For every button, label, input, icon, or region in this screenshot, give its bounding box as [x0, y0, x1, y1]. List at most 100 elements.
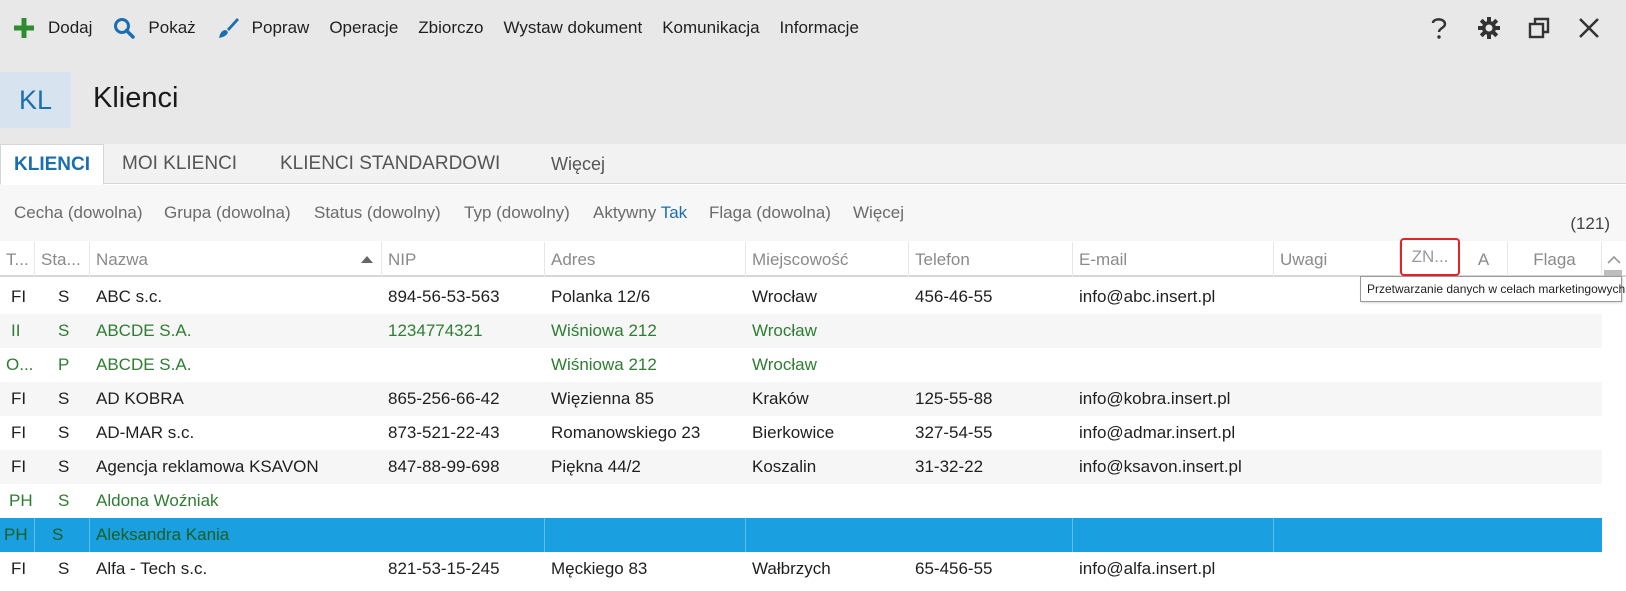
filter-type[interactable]: Typ (dowolny) [464, 203, 570, 223]
filter-active[interactable]: Aktywny Tak [593, 203, 687, 223]
show-button[interactable]: Pokaż [102, 0, 205, 56]
tab-more[interactable]: Więcej [551, 144, 605, 184]
filter-flag[interactable]: Flaga (dowolna) [709, 203, 831, 223]
cell-type: FI [11, 389, 27, 408]
cell-phone [909, 314, 915, 348]
cell-address: Więzienna 85 [551, 389, 655, 408]
cell-type: FI [11, 423, 27, 442]
col-header-nip[interactable]: NIP [382, 242, 545, 277]
cell-name: Aleksandra Kania [90, 518, 545, 552]
table-row[interactable]: O... P ABCDE S.A. Wiśniowa 212 Wrocław [0, 348, 1602, 382]
cell-name: Alfa - Tech s.c. [96, 559, 208, 578]
cell-status: S [58, 287, 70, 306]
col-header-type[interactable]: T... [0, 242, 35, 277]
cell-name: ABCDE S.A. [96, 321, 192, 340]
cell-status: S [35, 518, 90, 552]
cell-status: S [58, 559, 70, 578]
cell-phone: 125-55-88 [915, 389, 993, 408]
restore-button[interactable] [1514, 0, 1564, 56]
col-header-status[interactable]: Sta... [35, 242, 90, 277]
filter-feature[interactable]: Cecha (dowolna) [14, 203, 143, 223]
cell-nip: 1234774321 [388, 321, 483, 340]
col-header-city[interactable]: Miejscowość [746, 242, 909, 277]
chevron-up-icon [1607, 255, 1621, 264]
filter-status[interactable]: Status (dowolny) [314, 203, 441, 223]
cell-type: PH [9, 491, 33, 510]
cell-type: FI [11, 457, 27, 476]
cell-phone [909, 348, 915, 382]
cell-address: Romanowskiego 23 [551, 423, 701, 442]
show-button-label: Pokaż [148, 18, 196, 37]
help-button[interactable] [1414, 0, 1464, 56]
settings-button[interactable] [1464, 0, 1514, 56]
tab-klienci-standardowi[interactable]: KLIENCI STANDARDOWI [280, 144, 500, 184]
window-controls [1414, 0, 1614, 56]
table-row[interactable]: FI S AD KOBRA 865-256-66-42 Więzienna 85… [0, 382, 1602, 416]
table-row[interactable]: II S ABCDE S.A. 1234774321 Wiśniowa 212 … [0, 314, 1602, 348]
cell-email: info@abc.insert.pl [1079, 287, 1216, 306]
cell-nip: 847-88-99-698 [388, 457, 500, 476]
filter-group[interactable]: Grupa (dowolna) [164, 203, 291, 223]
issue-document-menu[interactable]: Wystaw dokument [493, 0, 652, 56]
tab-bar: KLIENCI MOI KLIENCI KLIENCI STANDARDOWI … [0, 144, 1626, 185]
cell-city: Wałbrzych [752, 559, 831, 578]
cell-address: Męckiego 83 [551, 559, 648, 578]
col-header-notes[interactable]: Uwagi [1274, 242, 1400, 277]
cell-email [1073, 518, 1274, 552]
col-header-marketing-consent[interactable]: ZN... [1400, 238, 1460, 276]
cell-city: Kraków [752, 389, 809, 408]
edit-button[interactable]: Popraw [206, 0, 320, 56]
cell-nip: 894-56-53-563 [388, 287, 500, 306]
table-row[interactable]: FI S Alfa - Tech s.c. 821-53-15-245 Męck… [0, 552, 1602, 586]
filter-more[interactable]: Więcej [853, 203, 904, 223]
add-button-label: Dodaj [48, 18, 93, 37]
cell-name: Agencja reklamowa KSAVON [96, 457, 319, 476]
cell-city: Wrocław [752, 321, 817, 340]
col-header-phone[interactable]: Telefon [909, 242, 1073, 277]
information-menu[interactable]: Informacje [770, 0, 869, 56]
module-badge: KL [0, 72, 71, 128]
column-tooltip: Przetwarzanie danych w celach marketingo… [1360, 276, 1625, 302]
bulk-menu[interactable]: Zbiorczo [408, 0, 493, 56]
table-row[interactable]: FI S Agencja reklamowa KSAVON 847-88-99-… [0, 450, 1602, 484]
cell-email [1073, 484, 1079, 518]
filter-active-value: Tak [660, 203, 688, 222]
cell-name: ABCDE S.A. [96, 355, 192, 374]
cell-status: S [58, 321, 70, 340]
cell-nip: 873-521-22-43 [388, 423, 500, 442]
cell-nip: 821-53-15-245 [388, 559, 500, 578]
communication-menu[interactable]: Komunikacja [652, 0, 769, 56]
close-button[interactable] [1564, 0, 1614, 56]
col-header-a[interactable]: A [1460, 242, 1508, 277]
tab-moi-klienci[interactable]: MOI KLIENCI [122, 144, 237, 184]
edit-button-label: Popraw [251, 18, 310, 37]
col-header-name-label: Nazwa [96, 249, 148, 269]
page-title: Klienci [93, 82, 179, 114]
table-row[interactable]: FI S AD-MAR s.c. 873-521-22-43 Romanowsk… [0, 416, 1602, 450]
col-header-name[interactable]: Nazwa [90, 242, 382, 277]
cell-nip: 865-256-66-42 [388, 389, 500, 408]
cell-phone: 327-54-55 [915, 423, 993, 442]
cell-email [1073, 348, 1079, 382]
brush-icon [218, 18, 239, 38]
table-row[interactable]: PH S Aldona Woźniak [0, 484, 1602, 518]
table-row-selected[interactable]: PH S Aleksandra Kania [0, 518, 1602, 552]
cell-phone: 31-32-22 [915, 457, 984, 476]
col-header-address[interactable]: Adres [545, 242, 746, 277]
add-button[interactable]: Dodaj [0, 0, 102, 56]
search-icon [114, 18, 136, 39]
col-header-email[interactable]: E-mail [1073, 242, 1274, 277]
cell-name: ABC s.c. [96, 287, 163, 306]
sort-ascending-icon [361, 256, 373, 263]
col-header-flag[interactable]: Flaga [1508, 242, 1602, 277]
cell-type: II [11, 321, 21, 340]
cell-address [545, 484, 551, 518]
toolbar: Dodaj Pokaż Popraw Operacje Zbiorczo Wys… [0, 0, 1626, 56]
cell-email: info@alfa.insert.pl [1079, 559, 1216, 578]
restore-window-icon [1528, 17, 1550, 39]
plus-icon [14, 18, 34, 38]
operations-menu[interactable]: Operacje [319, 0, 408, 56]
cell-city: Wrocław [752, 355, 817, 374]
tab-klienci[interactable]: KLIENCI [0, 144, 104, 185]
cell-status: S [58, 423, 70, 442]
